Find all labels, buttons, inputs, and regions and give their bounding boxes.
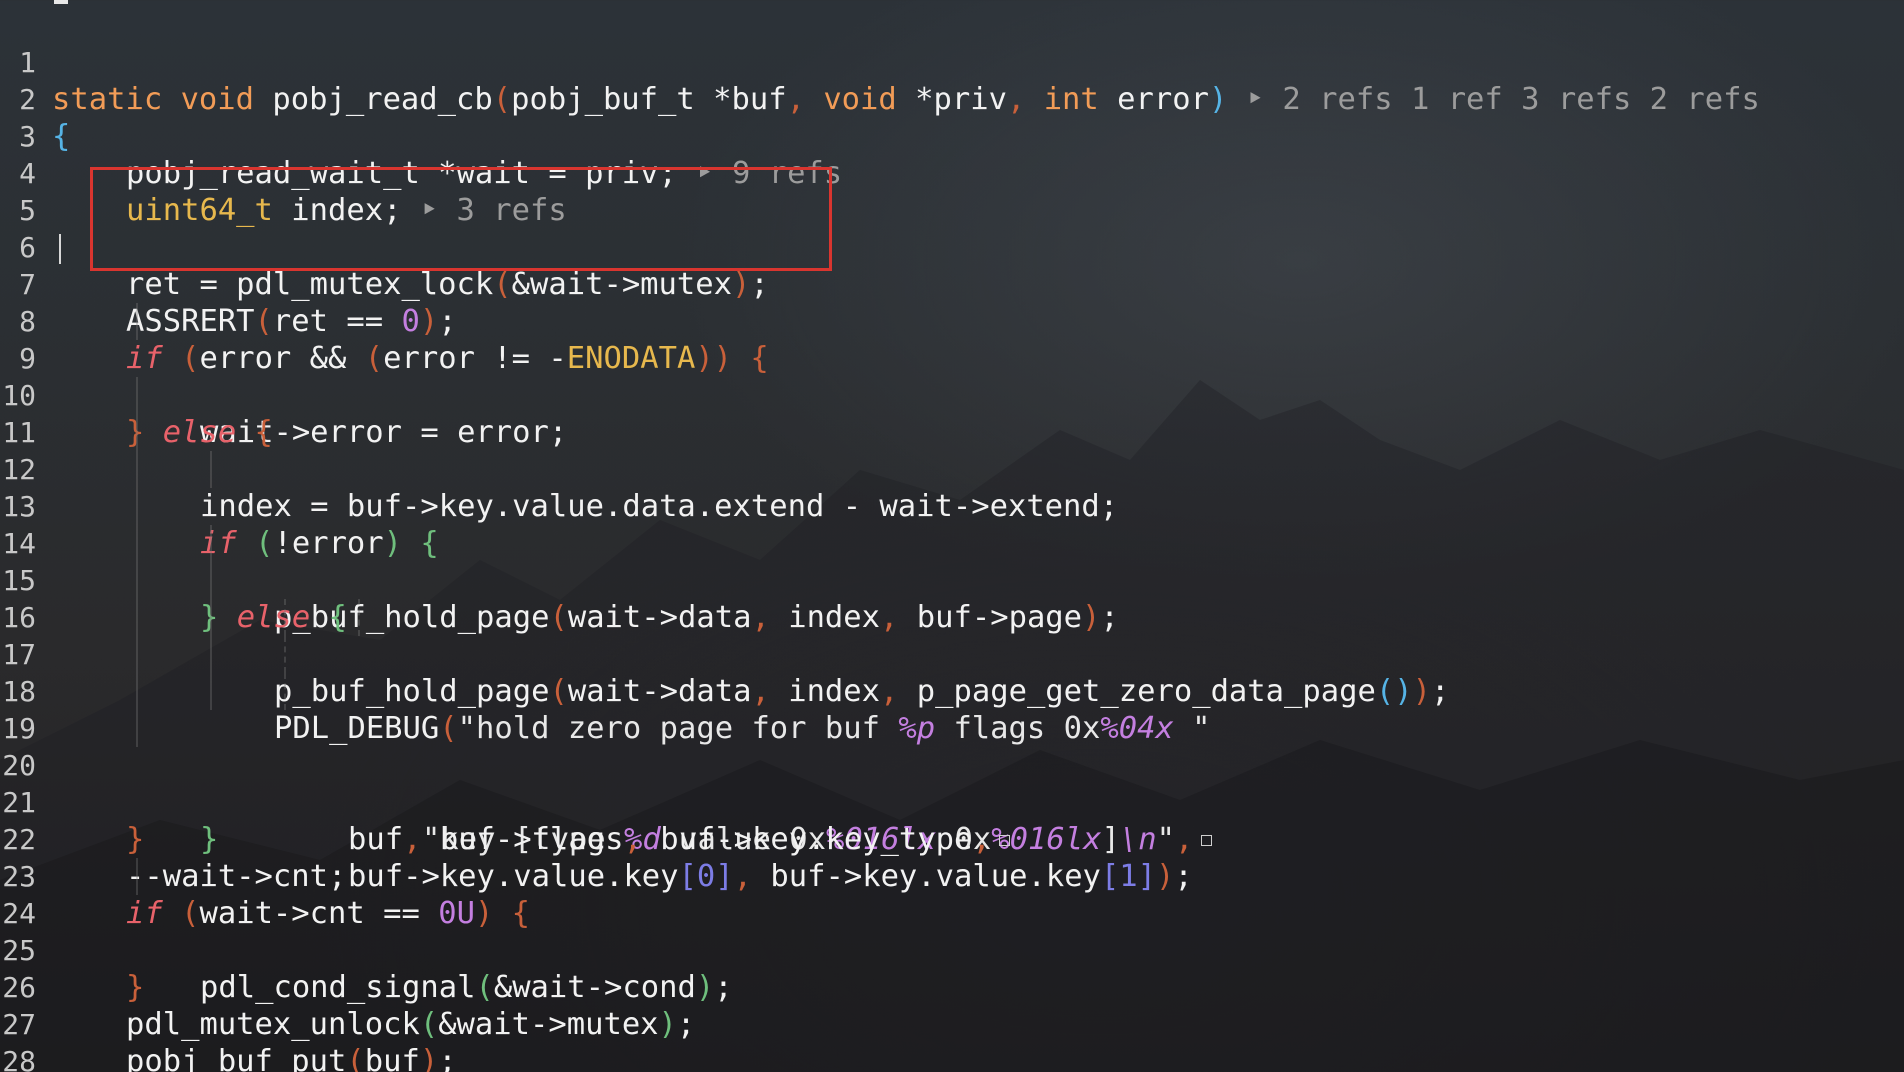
code-line[interactable]: 27 pobj_buf_put(buf); xyxy=(0,969,1904,1072)
highlight-annotation-box xyxy=(90,167,832,271)
code-line[interactable]: 28 } xyxy=(0,1006,1904,1072)
code-line[interactable]: 2 { xyxy=(0,44,1904,154)
code-line[interactable]: 22 --wait->cnt; xyxy=(0,784,1904,894)
code-line[interactable]: 11 index = buf->key.value.data.extend - … xyxy=(0,377,1904,524)
code-line[interactable]: 26 pdl_mutex_unlock(&wait->mutex); xyxy=(0,932,1904,1042)
code-line[interactable]: 18 buf, buf->flags, buf->key.key_type, xyxy=(0,636,1904,857)
code-line[interactable]: 20 } xyxy=(0,710,1904,857)
code-line[interactable]: 10 } else { xyxy=(0,340,1904,450)
text-cursor xyxy=(59,234,61,264)
code-line[interactable]: 29 xyxy=(0,1043,1904,1072)
scroll-marker xyxy=(54,0,68,4)
code-line[interactable]: 8 if (error && (error != -ENODATA)) { xyxy=(0,266,1904,376)
code-line[interactable]: 14 } else { xyxy=(0,488,1904,635)
code-line[interactable]: 13 p_buf_hold_page(wait->data, index, bu… xyxy=(0,451,1904,635)
code-line[interactable]: 4 uint64_t index; ‣ 3 refs xyxy=(0,118,1904,228)
code-line[interactable]: 15 p_buf_hold_page(wait->data, index, p_… xyxy=(0,525,1904,709)
code-line[interactable]: 3 pobj_read_wait_t *wait = priv; ‣ 9 ref… xyxy=(0,81,1904,191)
code-line[interactable]: 24 pdl_cond_signal(&wait->cond); xyxy=(0,858,1904,1005)
code-line[interactable]: 25 } xyxy=(0,895,1904,1005)
code-editor[interactable]: 1 static void pobj_read_cb(pobj_buf_t *b… xyxy=(0,0,1904,1072)
code-line[interactable]: 19 buf->key.value.key[0], buf->key.value… xyxy=(0,673,1904,894)
code-line[interactable]: 23 if (wait->cnt == 0U) { xyxy=(0,821,1904,931)
code-line[interactable]: 16 PDL_DEBUG("hold zero page for buf %p … xyxy=(0,562,1904,746)
code-line[interactable]: 9 wait->error = error; xyxy=(0,303,1904,450)
code-line[interactable]: 12 if (!error) { xyxy=(0,414,1904,561)
code-line[interactable]: 21 } xyxy=(0,747,1904,857)
code-line[interactable]: 1 static void pobj_read_cb(pobj_buf_t *b… xyxy=(0,7,1904,117)
code-line[interactable]: 17 "key [type %d value 0x%016lx 0x%016lx… xyxy=(0,599,1904,857)
